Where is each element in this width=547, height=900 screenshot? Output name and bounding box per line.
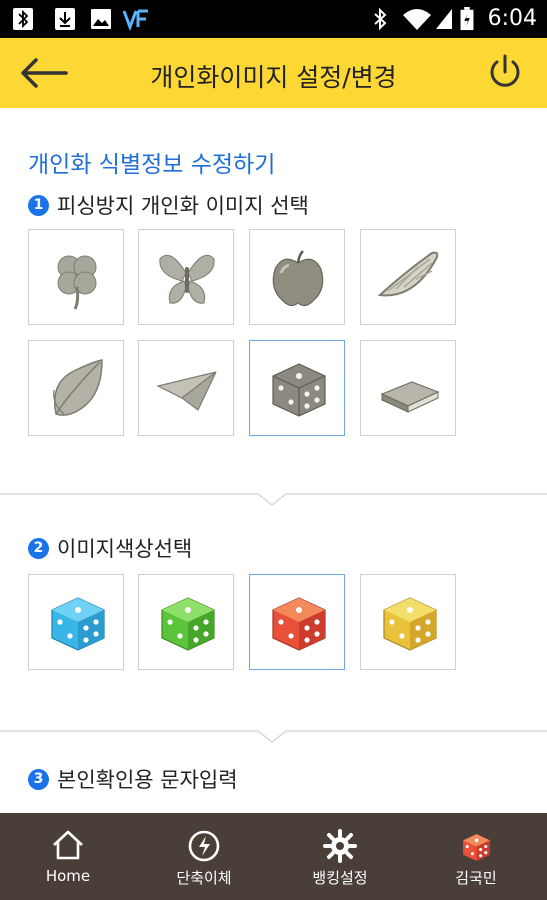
nav-label: 단축이체 [176,869,232,887]
color-option-red[interactable] [249,574,345,670]
color-option-yellow[interactable] [360,574,456,670]
step-number-badge: 2 [28,537,49,559]
image-option-dice[interactable] [249,340,345,436]
app-header: 개인화이미지 설정/변경 [0,38,547,108]
step-label: 본인확인용 문자입력 [57,768,238,792]
book-icon [380,381,440,413]
vaccine-app-icon [122,9,148,31]
image-option-leaf[interactable] [28,340,124,436]
paper-plane-icon [156,371,217,411]
step-1-label: 1 피싱방지 개인화 이미지 선택 [28,190,309,220]
nav-home[interactable]: Home [0,813,136,900]
color-option-green[interactable] [138,574,234,670]
nav-user-profile[interactable]: 김국민 [408,813,544,900]
image-option-butterfly[interactable] [138,229,234,325]
step-label: 이미지색상선택 [57,537,193,561]
nav-banking-settings[interactable]: 뱅킹설정 [272,813,408,900]
gear-icon [323,829,357,863]
bluetooth-icon [374,7,387,31]
dice-icon [272,363,326,417]
step-number-badge: 3 [28,768,49,790]
dice-icon [161,597,215,651]
lemon-icon [377,251,439,297]
status-time: 6:04 [487,6,537,31]
dice-avatar-icon [463,834,490,861]
dice-icon [383,597,437,651]
nav-label: 김국민 [455,869,497,887]
section-divider [0,730,547,743]
image-option-apple[interactable] [249,229,345,325]
step-number-badge: 1 [28,194,49,216]
color-option-blue[interactable] [28,574,124,670]
nav-label: 뱅킹설정 [312,869,368,887]
dice-icon [272,597,326,651]
nav-label: Home [45,867,91,885]
image-option-lemon[interactable] [360,229,456,325]
apple-icon [272,250,324,307]
signal-icon [436,9,452,29]
image-option-book[interactable] [360,340,456,436]
image-icon [91,9,111,29]
quick-transfer-icon [188,830,220,862]
bottom-nav: Home 단축이체 뱅킹설정 김국민 [0,813,547,900]
step-label: 피싱방지 개인화 이미지 선택 [57,194,309,218]
image-option-paper-plane[interactable] [138,340,234,436]
battery-icon [460,7,474,31]
home-icon [53,830,83,860]
dice-icon [51,597,105,651]
wifi-icon [403,9,431,30]
power-icon[interactable] [485,52,525,92]
page-title: 개인화이미지 설정/변경 [150,63,397,92]
leaf-icon [53,359,103,416]
status-bar: 6:04 [0,0,547,38]
image-option-clover[interactable] [28,229,124,325]
main-content[interactable]: 개인화 식별정보 수정하기 1 피싱방지 개인화 이미지 선택 2 이미지색상선… [0,108,547,813]
download-icon [55,8,75,30]
clover-icon [57,255,97,310]
bluetooth-notification-icon [13,8,33,30]
butterfly-icon [159,254,215,304]
step-3-label: 3 본인확인용 문자입력 [28,764,238,794]
step-2-label: 2 이미지색상선택 [28,533,192,563]
section-divider [0,493,547,506]
nav-quick-transfer[interactable]: 단축이체 [136,813,272,900]
section-title: 개인화 식별정보 수정하기 [28,152,276,178]
